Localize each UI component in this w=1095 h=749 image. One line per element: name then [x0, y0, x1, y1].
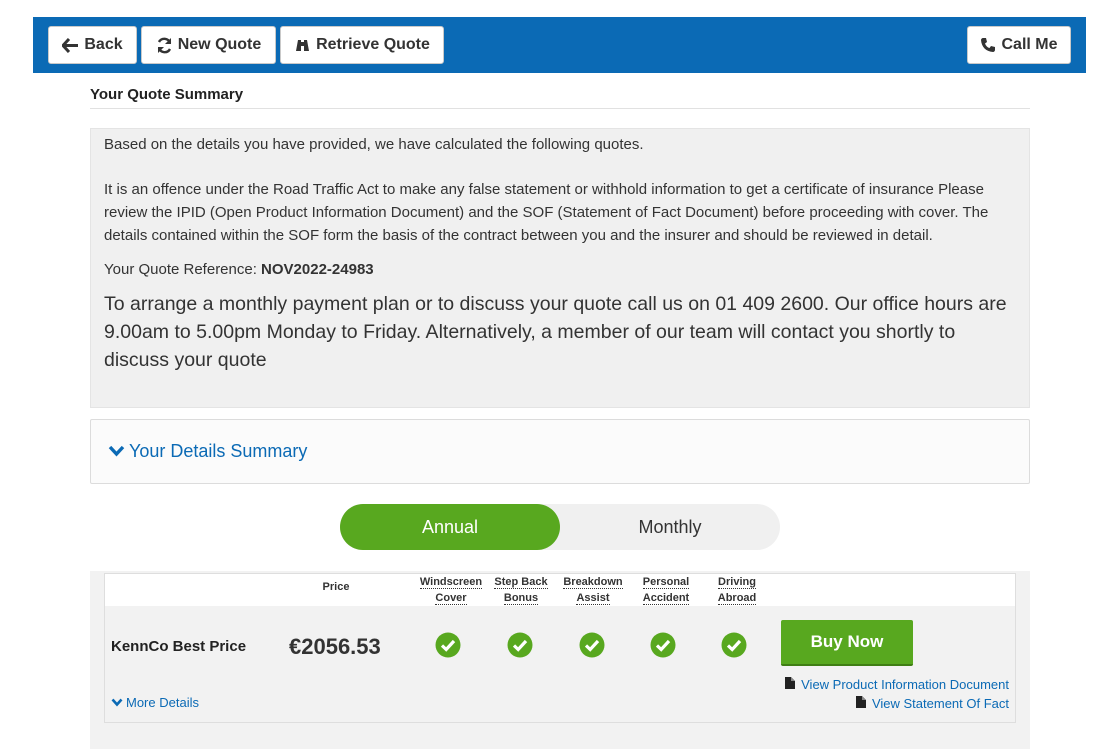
- new-quote-label: New Quote: [177, 36, 262, 53]
- breakdown-header-line2: Assist: [576, 592, 610, 605]
- sof-link-label: View Statement Of Fact: [871, 696, 1009, 711]
- windscreen-header-line2: Cover: [435, 592, 467, 605]
- arrow-left-icon: [62, 37, 79, 53]
- chevron-down-icon: [108, 441, 129, 462]
- back-button[interactable]: Back: [48, 26, 137, 64]
- intro-text: Based on the details you have provided, …: [104, 136, 644, 153]
- details-summary-toggle[interactable]: Your Details Summary: [90, 419, 1030, 484]
- quote-info-panel: Based on the details you have provided, …: [90, 128, 1030, 408]
- monthly-option[interactable]: Monthly: [560, 504, 780, 550]
- buy-now-button[interactable]: Buy Now: [781, 620, 913, 666]
- driving-abroad-header: Driving Abroad: [707, 574, 767, 606]
- binoculars-icon: [294, 38, 311, 52]
- phone-icon: [980, 37, 996, 53]
- annual-option[interactable]: Annual: [340, 504, 560, 550]
- ipid-link-label: View Product Information Document: [801, 677, 1009, 692]
- driving-header-line2: Abroad: [717, 592, 757, 605]
- price-header: Price: [322, 581, 350, 593]
- breakdown-header-line1: Breakdown: [563, 576, 623, 589]
- page-title: Your Quote Summary: [90, 86, 1030, 109]
- quote-reference: Your Quote Reference: NOV2022-24983: [104, 258, 1016, 281]
- driving-header-line1: Driving: [718, 576, 756, 589]
- personal-header-line2: Accident: [642, 592, 690, 605]
- breakdown-assist-header: Breakdown Assist: [559, 574, 627, 606]
- stepback-header-line2: Bonus: [503, 592, 539, 605]
- quote-price: €2056.53: [289, 634, 381, 659]
- stepback-header-line1: Step Back: [494, 576, 548, 589]
- table-row: KennCo Best Price €2056.53 Buy Now More …: [105, 606, 1015, 722]
- check-circle-icon: [650, 632, 676, 658]
- call-me-label: Call Me: [1001, 36, 1058, 53]
- more-details-label: More Details: [126, 695, 199, 710]
- document-icon: [855, 696, 866, 711]
- back-label: Back: [84, 36, 123, 53]
- windscreen-header-line1: Windscreen: [419, 576, 483, 589]
- payment-frequency-toggle: Annual Monthly: [340, 504, 780, 550]
- quote-card: Price Windscreen Cover Step Back Bonus B…: [104, 573, 1016, 723]
- more-details-link[interactable]: More Details: [111, 695, 199, 710]
- details-summary-label: Your Details Summary: [129, 441, 308, 461]
- retrieve-quote-label: Retrieve Quote: [316, 36, 430, 53]
- document-icon: [785, 677, 796, 692]
- refresh-icon: [156, 37, 173, 54]
- chevron-down-icon: [111, 695, 123, 710]
- contact-text: To arrange a monthly payment plan or to …: [104, 293, 1007, 371]
- check-circle-icon: [507, 632, 533, 658]
- check-circle-icon: [435, 632, 461, 658]
- windscreen-cover-header: Windscreen Cover: [415, 574, 487, 606]
- legal-warning-text: It is an offence under the Road Traffic …: [104, 181, 989, 244]
- quote-results: Price Windscreen Cover Step Back Bonus B…: [90, 571, 1030, 749]
- call-me-button[interactable]: Call Me: [967, 26, 1071, 64]
- ipid-link[interactable]: View Product Information Document: [785, 677, 1009, 692]
- check-circle-icon: [579, 632, 605, 658]
- quote-reference-label: Your Quote Reference:: [104, 261, 262, 278]
- check-circle-icon: [721, 632, 747, 658]
- retrieve-quote-button[interactable]: Retrieve Quote: [280, 26, 444, 64]
- provider-name: KennCo Best Price: [111, 638, 247, 655]
- sof-link[interactable]: View Statement Of Fact: [855, 696, 1009, 711]
- quote-reference-value: NOV2022-24983: [261, 261, 374, 278]
- step-back-bonus-header: Step Back Bonus: [489, 574, 553, 606]
- new-quote-button[interactable]: New Quote: [141, 26, 276, 64]
- personal-accident-header: Personal Accident: [635, 574, 697, 606]
- top-toolbar: Back New Quote Retrieve Quote Call Me: [33, 17, 1086, 73]
- personal-header-line1: Personal: [642, 576, 690, 589]
